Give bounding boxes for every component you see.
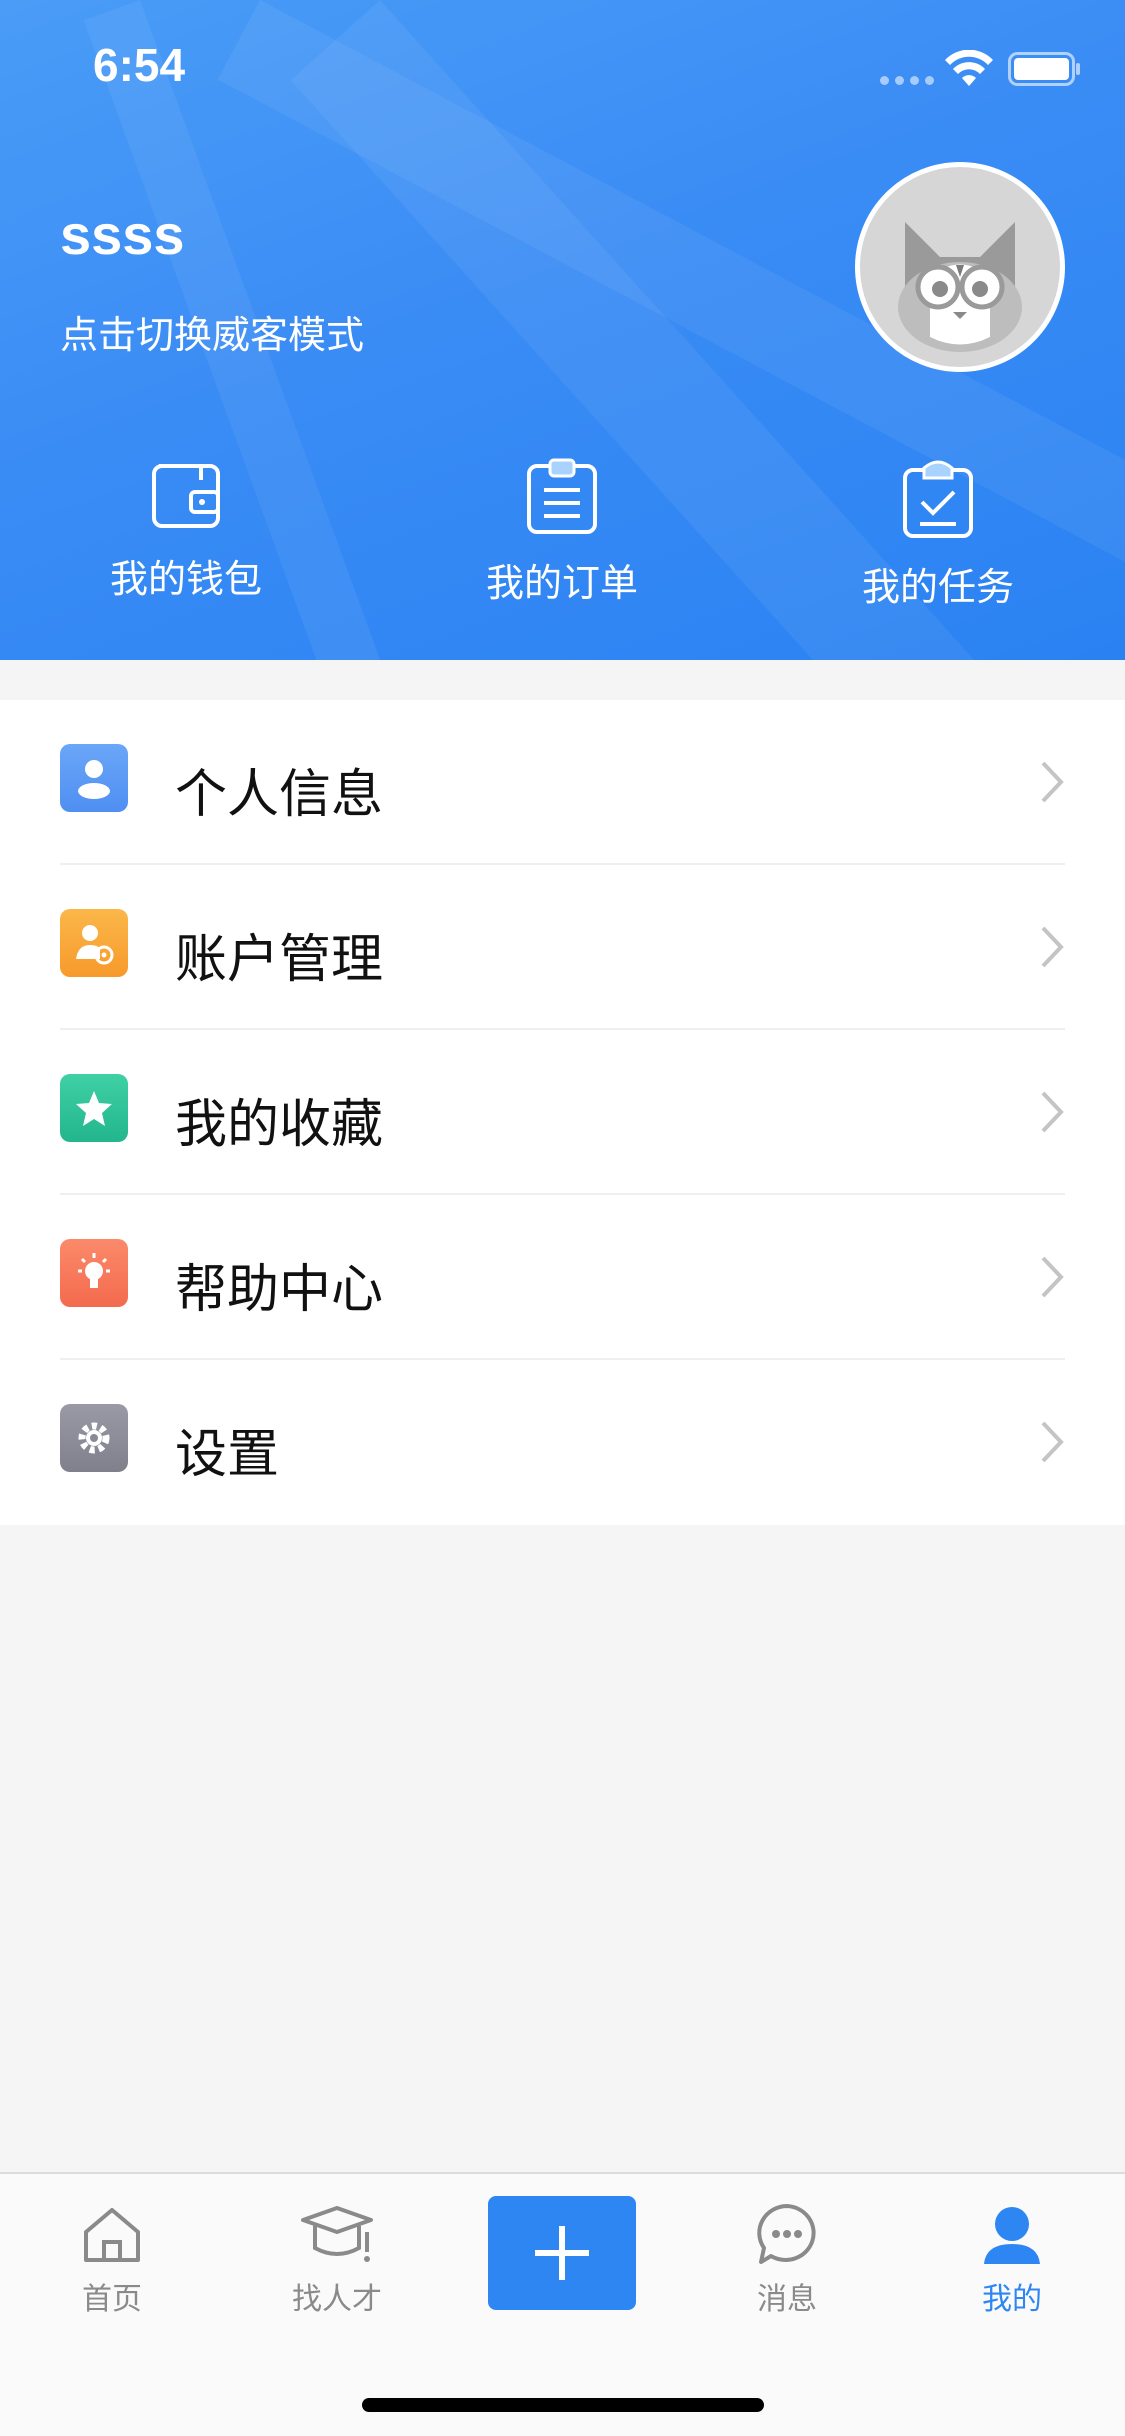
cat-avatar-icon (898, 222, 1022, 352)
menu-item-account-management[interactable]: 账户管理 (0, 865, 1125, 1030)
quick-wallet-label: 我的钱包 (109, 557, 262, 601)
menu-item-label: 设置 (175, 1425, 280, 1485)
avatar[interactable] (855, 162, 1065, 372)
chevron-right-icon (1041, 761, 1064, 803)
chevron-right-icon (1041, 926, 1064, 968)
star-icon (60, 1074, 128, 1142)
cellular-signal-icon (880, 76, 934, 85)
chevron-right-icon (1041, 1091, 1064, 1133)
person-icon (60, 744, 128, 812)
person-icon (984, 2207, 1040, 2264)
chevron-right-icon (1041, 1256, 1064, 1298)
wallet-icon (152, 464, 220, 528)
menu-item-favorites[interactable]: 我的收藏 (0, 1030, 1125, 1195)
tab-mine[interactable]: 我的 (937, 2202, 1087, 2318)
tab-mine-label: 我的 (982, 2282, 1042, 2317)
quick-tasks[interactable]: 我的任务 (818, 458, 1058, 611)
home-indicator (362, 2398, 764, 2412)
tab-find-talent[interactable]: 找人才 (262, 2202, 412, 2318)
menu-item-label: 账户管理 (175, 930, 384, 990)
profile-header: 6:54 ssss 点击切换威客模式 我的钱包 我的订单 我的任务 (0, 0, 1125, 660)
task-clipboard-icon (903, 460, 973, 538)
status-bar: 6:54 (0, 0, 1125, 132)
tab-home-label: 首页 (82, 2282, 142, 2317)
home-icon (84, 2208, 140, 2262)
lightbulb-icon (60, 1239, 128, 1307)
menu-item-label: 个人信息 (175, 765, 384, 825)
wifi-icon (945, 50, 993, 86)
chat-bubble-icon (757, 2204, 816, 2264)
add-button[interactable] (488, 2196, 636, 2310)
menu-item-settings[interactable]: 设置 (0, 1360, 1125, 1525)
tab-bar: 首页 找人才 消息 我的 (0, 2172, 1125, 2436)
username: ssss (60, 203, 185, 266)
menu-list: 个人信息 账户管理 我的收藏 帮助中心 设置 (0, 700, 1125, 1525)
battery-icon (1008, 52, 1080, 86)
menu-item-personal-info[interactable]: 个人信息 (0, 700, 1125, 865)
quick-orders[interactable]: 我的订单 (442, 458, 682, 607)
menu-item-label: 我的收藏 (175, 1095, 384, 1155)
quick-orders-label: 我的订单 (485, 561, 638, 605)
status-time: 6:54 (93, 39, 186, 91)
tab-home[interactable]: 首页 (37, 2202, 187, 2318)
chevron-right-icon (1041, 1421, 1064, 1463)
tab-messages[interactable]: 消息 (712, 2202, 862, 2318)
graduation-cap-icon (301, 2206, 373, 2262)
tab-messages-label: 消息 (757, 2282, 817, 2317)
switch-mode-link[interactable]: 点击切换威客模式 (60, 304, 364, 359)
quick-tasks-label: 我的任务 (861, 565, 1014, 609)
tab-find-talent-label: 找人才 (292, 2282, 382, 2317)
plus-icon (535, 2226, 589, 2280)
menu-item-help-center[interactable]: 帮助中心 (0, 1195, 1125, 1360)
quick-wallet[interactable]: 我的钱包 (66, 458, 306, 603)
order-clipboard-icon (527, 458, 597, 534)
gear-icon (60, 1404, 128, 1472)
account-gear-icon (60, 909, 128, 977)
menu-item-label: 帮助中心 (175, 1260, 384, 1320)
